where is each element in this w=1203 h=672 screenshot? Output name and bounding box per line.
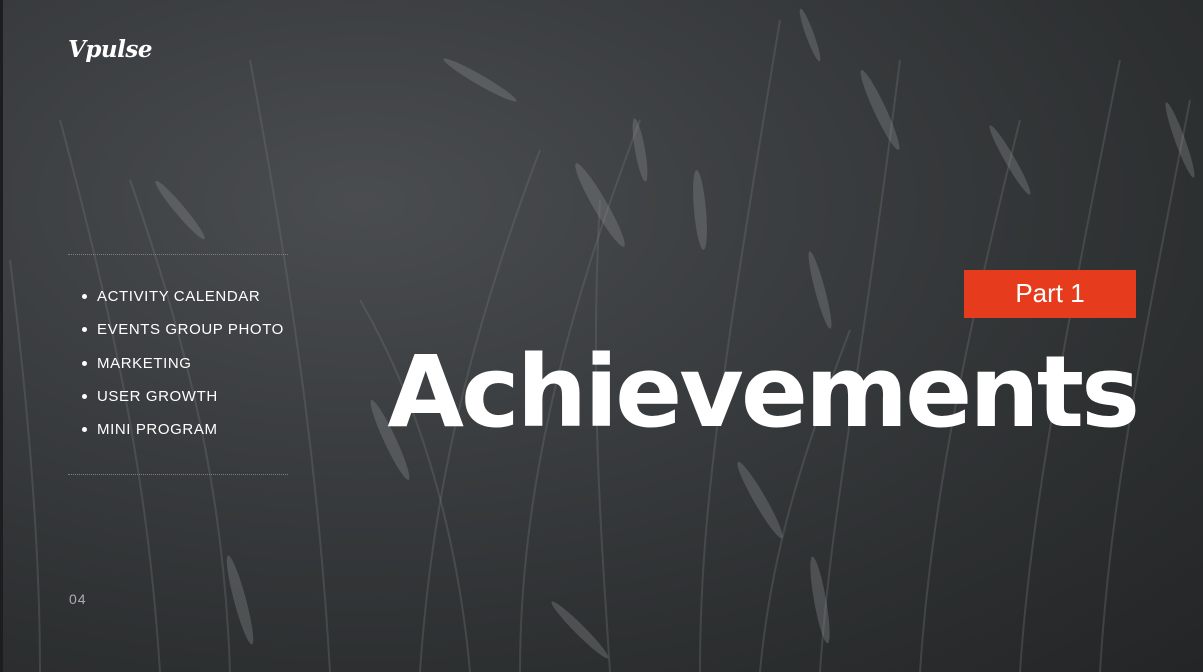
page-number: 04 <box>69 591 87 607</box>
agenda-item-label: MARKETING <box>97 354 192 372</box>
bullet-icon <box>82 294 87 299</box>
agenda-item-label: MINI PROGRAM <box>97 421 218 439</box>
slide-left-edge <box>0 0 3 672</box>
agenda-item: MINI PROGRAM <box>80 420 284 453</box>
agenda-item-label: USER GROWTH <box>97 387 218 405</box>
agenda-item: ACTIVITY CALENDAR <box>80 287 284 320</box>
agenda-list: ACTIVITY CALENDAR EVENTS GROUP PHOTO MAR… <box>80 287 284 453</box>
bullet-icon <box>82 327 87 333</box>
vpulse-logo: Vpulse <box>68 36 152 63</box>
agenda-item-label: EVENTS GROUP PHOTO <box>97 321 284 339</box>
agenda-item: EVENTS GROUP PHOTO <box>80 320 284 353</box>
bullet-icon <box>82 393 87 399</box>
part-badge: Part 1 <box>964 270 1136 318</box>
title-slide: Vpulse ACTIVITY CALENDAR EVENTS GROUP PH… <box>0 0 1203 672</box>
slide-headline: Achievements <box>387 335 1140 450</box>
agenda-item: MARKETING <box>80 354 284 387</box>
agenda-item: USER GROWTH <box>80 387 284 420</box>
bullet-icon <box>82 427 87 433</box>
bullet-icon <box>82 360 87 366</box>
agenda-top-divider <box>68 254 288 255</box>
agenda-bottom-divider <box>68 474 288 475</box>
agenda-item-label: ACTIVITY CALENDAR <box>97 288 261 305</box>
